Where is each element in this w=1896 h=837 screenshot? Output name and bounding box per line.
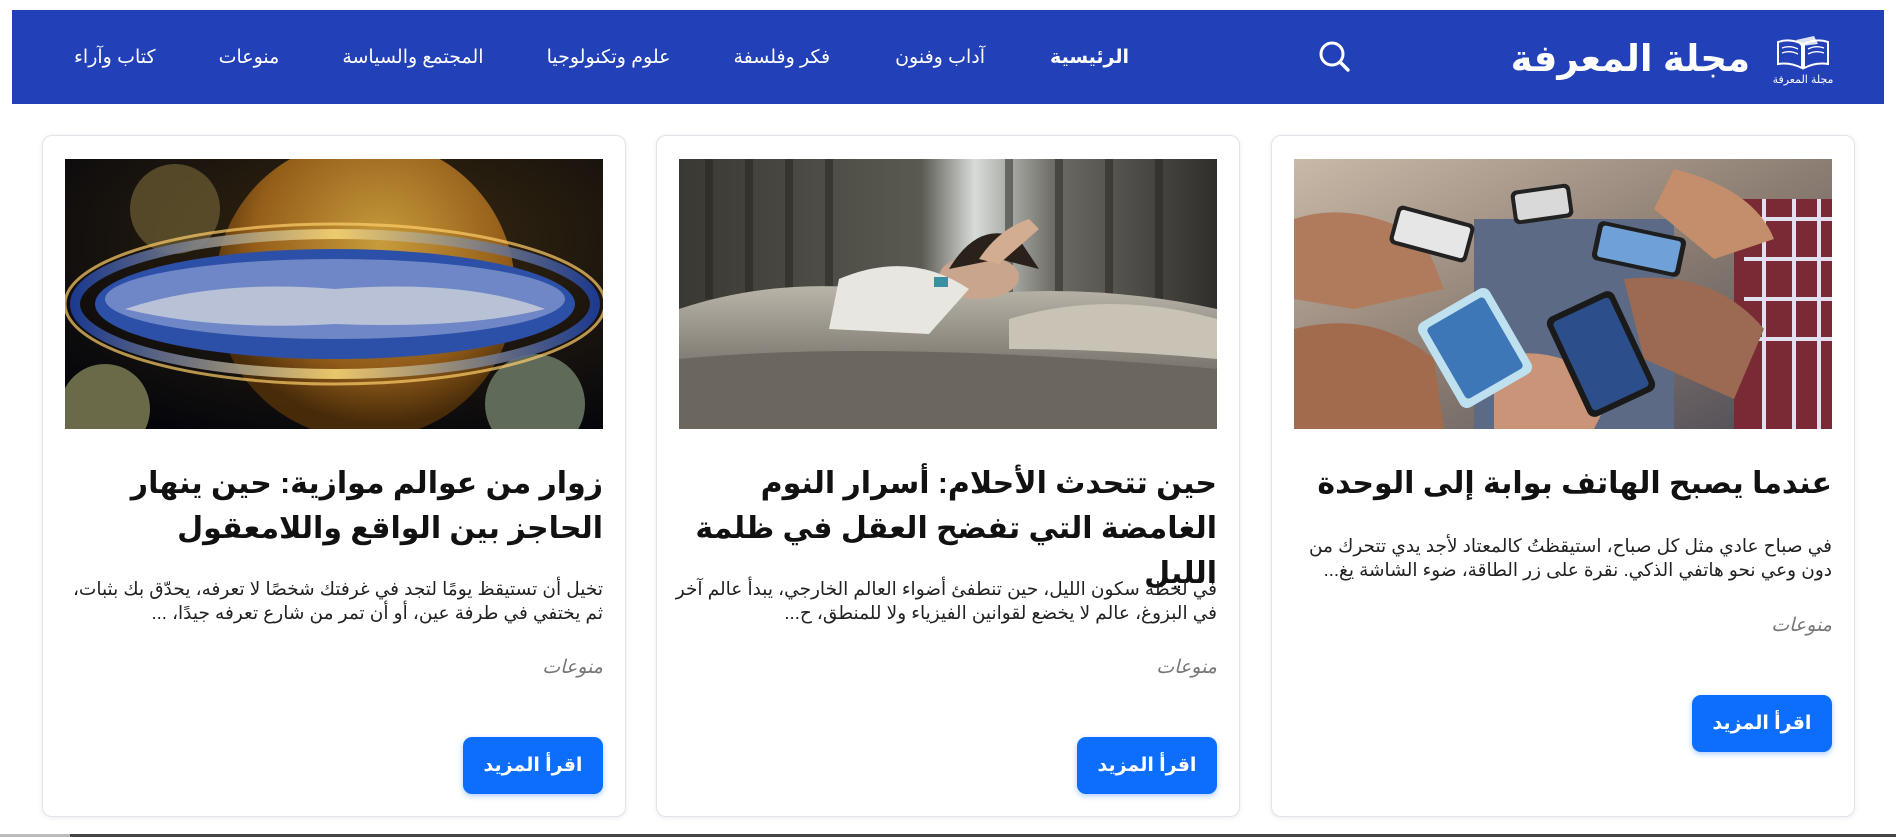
search-button[interactable]	[1316, 38, 1352, 74]
article-card: حين تتحدث الأحلام: أسرار النوم الغامضة ا…	[656, 135, 1240, 817]
nav-item-philosophy[interactable]: فكر وفلسفة	[733, 46, 830, 69]
nav-item-science[interactable]: علوم وتكنولوجيا	[547, 46, 671, 69]
main-nav: الرئيسية آداب وفنون فكر وفلسفة علوم وتكن…	[74, 10, 1129, 104]
parallel-worlds-image	[65, 159, 603, 429]
brand[interactable]: مجلة المعرفة مجلة المعرفة	[1511, 28, 1834, 88]
search-icon	[1319, 41, 1350, 72]
read-more-button[interactable]: اقرأ المزيد	[1077, 737, 1217, 794]
people-phones-image	[1294, 159, 1832, 429]
read-more-button[interactable]: اقرأ المزيد	[463, 737, 603, 794]
brand-name[interactable]: مجلة المعرفة	[1511, 37, 1750, 80]
article-image[interactable]	[1294, 159, 1832, 429]
article-category[interactable]: منوعات	[542, 656, 603, 679]
article-image[interactable]	[679, 159, 1217, 429]
article-category[interactable]: منوعات	[1771, 614, 1832, 637]
article-image[interactable]	[65, 159, 603, 429]
nav-item-arts[interactable]: آداب وفنون	[895, 46, 985, 69]
nav-item-misc[interactable]: منوعات	[219, 46, 280, 69]
article-title[interactable]: زوار من عوالم موازية: حين ينهار الحاجز ب…	[63, 461, 603, 551]
sleeping-person-image	[679, 159, 1217, 429]
article-excerpt: في لحظة سكون الليل، حين تنطفئ أضواء العا…	[675, 578, 1217, 623]
article-title[interactable]: عندما يصبح الهاتف بوابة إلى الوحدة	[1292, 461, 1832, 506]
nav-item-society[interactable]: المجتمع والسياسة	[342, 46, 483, 69]
article-title[interactable]: حين تتحدث الأحلام: أسرار النوم الغامضة ا…	[677, 461, 1217, 596]
open-book-icon	[1777, 36, 1829, 70]
magazine-logo[interactable]: مجلة المعرفة	[1772, 30, 1834, 86]
site-header: مجلة المعرفة مجلة المعرفة الرئيسية آداب …	[12, 10, 1884, 104]
nav-item-home[interactable]: الرئيسية	[1050, 46, 1129, 69]
article-excerpt: في صباح عادي مثل كل صباح، استيقظتُ كالمع…	[1308, 535, 1832, 580]
read-more-button[interactable]: اقرأ المزيد	[1692, 695, 1832, 752]
article-category[interactable]: منوعات	[1156, 656, 1217, 679]
article-card: زوار من عوالم موازية: حين ينهار الحاجز ب…	[42, 135, 626, 817]
nav-item-opinion[interactable]: كتاب وآراء	[74, 46, 156, 69]
logo-caption: مجلة المعرفة	[1772, 74, 1834, 86]
article-excerpt: تخيل أن تستيقظ يومًا لتجد في غرفتك شخصًا…	[72, 578, 603, 623]
article-card: عندما يصبح الهاتف بوابة إلى الوحدة في صب…	[1271, 135, 1855, 817]
